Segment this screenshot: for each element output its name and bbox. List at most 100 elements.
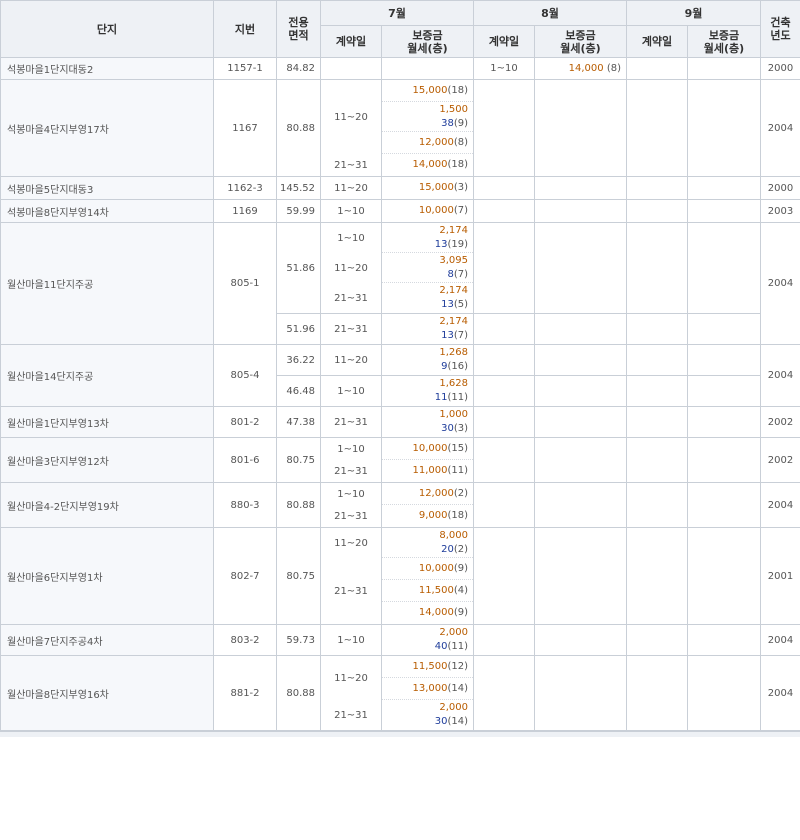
rent-line: 13(19) (435, 238, 468, 252)
table-body: 석봉마을1단지대동2 1157-1 84.82 1~10 14,000 (8) 2000 석… (0, 57, 800, 731)
jul-contract-day-cell: 1~10 11~20 21~31 (320, 222, 382, 314)
deposit-value: 13,000 (412, 682, 448, 694)
deposit-rent-entry: 1,000 30(3) (382, 407, 473, 437)
complex-name: 월산마을3단지부영12차 (0, 437, 214, 483)
jul-deposit-cell: 15,000(18) 1,500 38(9) 12,000(8) 14,000(18) (381, 79, 474, 177)
empty-cell (687, 344, 761, 376)
deposit-rent-entry: 1,628 11(11) (382, 376, 473, 406)
empty-cell (687, 437, 761, 483)
empty-cell (534, 482, 627, 528)
empty-cell (626, 406, 688, 438)
deposit-value: 8,000 (439, 529, 468, 541)
empty-cell (473, 655, 535, 731)
empty-cell (534, 199, 627, 223)
deposit-line: 14,000(18) (412, 158, 468, 172)
header-month-aug: 8월 (473, 0, 627, 26)
deposit-value: 9,000 (418, 510, 448, 521)
table-row: 월산마을7단지주공4차 803-2 59.73 1~10 2,000 40(11) 2004 (0, 624, 800, 656)
table-bottom-bar (0, 731, 800, 737)
deposit-rent-entry: 2,000 40(11) (382, 625, 473, 655)
deposit-rent-entry: 2,000 30(14) (382, 700, 473, 730)
table-row: 월산마을14단지주공 805-4 36.22 11~20 1,268 9(16) 2004 (0, 344, 800, 407)
table-row: 석봉마을4단지부영17차 1167 80.88 11~20 21~31 15,000(18… (0, 79, 800, 177)
contract-day: 1~10 (337, 488, 365, 500)
header-deposit-rent: 보증금 월세(층) (534, 25, 627, 58)
deposit-value: 1,500 (439, 103, 468, 115)
contract-day: 11~20 (334, 537, 368, 549)
floor-count: (11) (447, 465, 468, 476)
deposit-line: 1,268 (439, 346, 468, 360)
built-year: 2000 (760, 57, 800, 80)
lot-number: 1162-3 (213, 176, 277, 200)
built-year: 2004 (760, 655, 800, 731)
deposit-value: 14,000 (412, 159, 448, 170)
built-year: 2004 (760, 482, 800, 528)
empty-cell (534, 624, 627, 656)
built-year: 2002 (760, 437, 800, 483)
deposit-rent-entry: 10,000(15) (382, 438, 473, 460)
jul-contract-day-cell: 11~20 21~31 (320, 527, 382, 625)
floor-count: (7) (453, 205, 468, 216)
empty-cell (687, 406, 761, 438)
deposit-rent-entry: 12,000(8) (382, 132, 473, 154)
floor-count: (7) (453, 268, 468, 280)
header-built-year: 건축 년도 (760, 0, 800, 58)
jul-contract-day-cell: 11~20 (320, 176, 382, 200)
empty-cell (534, 176, 627, 200)
rent-line: 30(14) (435, 715, 468, 729)
header-contract-day: 계약일 (473, 25, 535, 58)
header-month-sep: 9월 (626, 0, 761, 26)
floor-count: (9) (453, 562, 468, 574)
jul-deposit-cell: 11,500(12) 13,000(14) 2,000 30(14) (381, 655, 474, 731)
table-row: 월산마을4-2단지부영19차 880-3 80.88 1~10 21~31 12,000(… (0, 482, 800, 528)
empty-cell (687, 222, 761, 314)
empty-cell (473, 624, 535, 656)
floor-count: (3) (453, 423, 468, 434)
empty-cell (473, 176, 535, 200)
exclusive-area: 47.38 (276, 406, 321, 438)
monthly-rent-value: 40 (434, 641, 448, 652)
jul-contract-day-cell: 21~31 (320, 406, 382, 438)
exclusive-area: 36.22 (276, 344, 321, 376)
deposit-line: 9,000(18) (419, 509, 468, 523)
empty-cell (534, 655, 627, 731)
deposit-line: 11,000(11) (412, 464, 468, 478)
table-row: 월산마을8단지부영16차 881-2 80.88 11~20 21~31 11,500(1… (0, 655, 800, 731)
table-row: 월산마을3단지부영12차 801-6 80.75 1~10 21~31 10,000(15… (0, 437, 800, 483)
floor-count: (11) (447, 392, 468, 403)
contract-day: 11~20 (334, 354, 368, 366)
empty-cell (626, 375, 688, 407)
complex-name: 월산마을1단지부영13차 (0, 406, 214, 438)
empty-cell (473, 375, 535, 407)
empty-cell (534, 375, 627, 407)
built-year: 2004 (760, 222, 800, 345)
empty-cell (687, 176, 761, 200)
contract-day: 11~20 (334, 182, 368, 194)
jul-contract-day-cell: 1~10 (320, 624, 382, 656)
deposit-line: 11,500(12) (412, 660, 468, 674)
deposit-rent-entry: 13,000(14) (382, 678, 473, 700)
floor-count: (7) (453, 330, 468, 341)
exclusive-area: 59.99 (276, 199, 321, 223)
floor-count: (18) (447, 159, 468, 170)
monthly-rent-value: 20 (441, 543, 454, 555)
empty-cell (687, 527, 761, 625)
jul-deposit-cell: 15,000(3) (381, 176, 474, 200)
deposit-line: 13,000(14) (412, 682, 468, 696)
deposit-value: 14,000 (568, 63, 604, 74)
deposit-line: 1,628 (439, 377, 468, 391)
jul-contract-day-cell: 11~20 21~31 (320, 79, 382, 177)
empty-cell (381, 57, 474, 80)
deposit-value: 14,000 (418, 607, 454, 618)
complex-name: 월산마을6단지부영1차 (0, 527, 214, 625)
monthly-rent-value: 30 (441, 423, 454, 434)
monthly-rent-value: 30 (434, 716, 448, 727)
deposit-value: 2,174 (439, 285, 468, 296)
lot-number: 1157-1 (213, 57, 277, 80)
exclusive-area: 84.82 (276, 57, 321, 80)
floor-count: (16) (447, 361, 468, 372)
jul-deposit-cell: 8,000 20(2) 10,000(9) 11,500(4) 14,000(9) (381, 527, 474, 625)
table-row: 월산마을1단지부영13차 801-2 47.38 21~31 1,000 30(3) 200… (0, 406, 800, 438)
deposit-rent-entry: 10,000(9) (382, 558, 473, 580)
empty-cell (626, 437, 688, 483)
